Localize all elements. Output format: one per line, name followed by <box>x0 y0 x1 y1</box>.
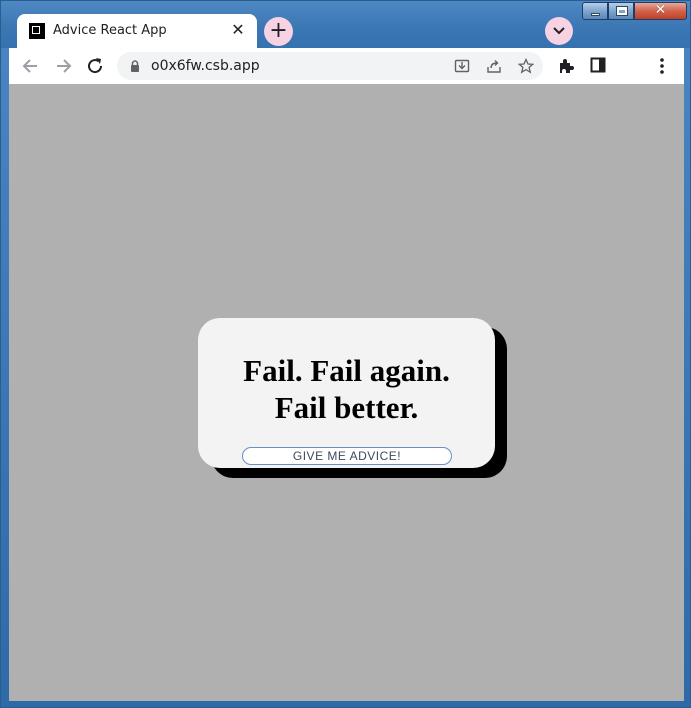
give-advice-button[interactable]: GIVE ME ADVICE! <box>242 447 452 465</box>
page-viewport: Fail. Fail again. Fail better. GIVE ME A… <box>9 84 684 701</box>
lock-icon[interactable] <box>130 60 140 72</box>
close-window-button[interactable]: ✕ <box>634 2 687 20</box>
puzzle-icon[interactable] <box>557 57 575 75</box>
tab-strip: Advice React App ✕ + ✕ <box>1 1 690 48</box>
address-bar[interactable]: o0x6fw.csb.app <box>117 52 543 80</box>
browser-window: Advice React App ✕ + ✕ o0x6fw.csb.app Fa… <box>0 0 691 708</box>
arrow-right-icon[interactable] <box>53 56 73 76</box>
chevron-down-icon <box>553 27 565 35</box>
share-icon[interactable] <box>486 58 502 74</box>
close-tab-icon[interactable]: ✕ <box>229 21 247 39</box>
arrow-left-icon[interactable] <box>21 56 41 76</box>
install-icon[interactable] <box>454 58 470 74</box>
tab-advice-react-app[interactable]: Advice React App ✕ <box>17 14 257 48</box>
minimize-button[interactable] <box>582 2 608 20</box>
tab-search-button[interactable] <box>545 17 573 45</box>
kebab-menu-icon[interactable] <box>659 57 665 75</box>
advice-text: Fail. Fail again. Fail better. <box>243 353 450 425</box>
browser-toolbar: o0x6fw.csb.app <box>9 48 684 84</box>
reload-icon[interactable] <box>85 56 105 76</box>
advice-card: Fail. Fail again. Fail better. GIVE ME A… <box>198 318 495 468</box>
window-controls: ✕ <box>582 2 687 21</box>
side-panel-icon[interactable] <box>590 57 606 73</box>
close-icon: ✕ <box>654 2 667 18</box>
url-text[interactable]: o0x6fw.csb.app <box>151 58 260 74</box>
star-icon[interactable] <box>518 58 534 74</box>
new-tab-button[interactable]: + <box>264 17 293 46</box>
square-logo-icon <box>29 23 45 39</box>
tab-title: Advice React App <box>53 23 167 38</box>
maximize-button[interactable] <box>608 2 634 20</box>
